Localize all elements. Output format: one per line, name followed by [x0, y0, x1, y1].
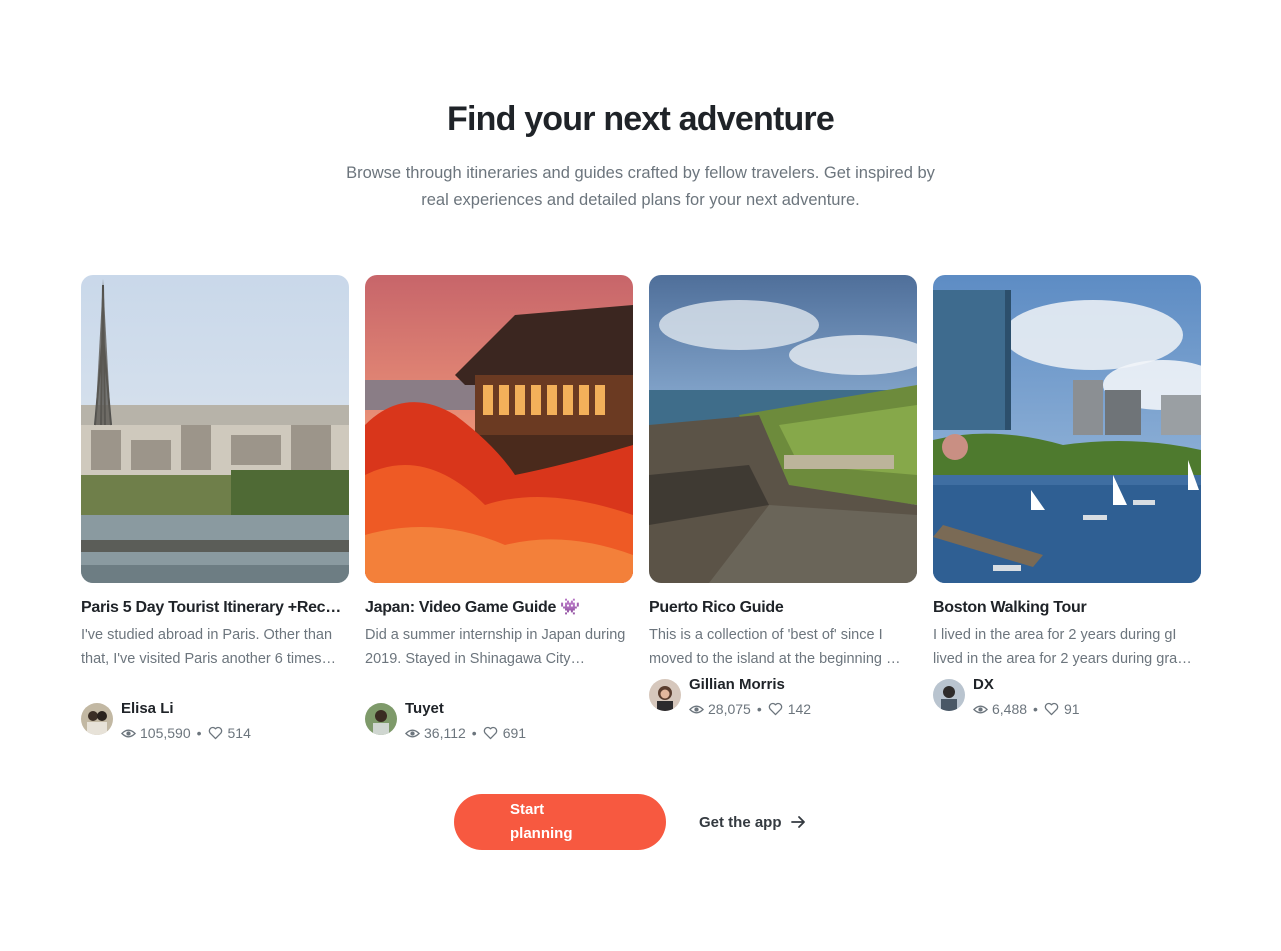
arrow-right-icon: [790, 816, 805, 828]
author-name[interactable]: DX: [973, 675, 1080, 695]
eye-icon: [973, 705, 988, 713]
guide-card-paris[interactable]: Paris 5 Day Tourist Itinerary +Rec… I've…: [81, 275, 349, 743]
author-name[interactable]: Tuyet: [405, 699, 526, 719]
guide-description: I've studied abroad in Paris. Other than…: [81, 627, 337, 667]
guide-stats: 6,488 • 91: [973, 699, 1080, 719]
guide-cards: Paris 5 Day Tourist Itinerary +Rec… I've…: [81, 275, 1201, 755]
guide-description: This is a collection of 'best of' since …: [649, 627, 901, 667]
avatar[interactable]: [365, 703, 397, 735]
heart-icon[interactable]: [1044, 702, 1059, 716]
view-count: 105,590: [140, 725, 191, 741]
heart-icon[interactable]: [208, 726, 223, 740]
guide-title[interactable]: Japan: Video Game Guide 👾: [365, 598, 633, 618]
avatar[interactable]: [933, 679, 965, 711]
guide-image-puerto-rico[interactable]: [649, 275, 917, 583]
guide-title[interactable]: Boston Walking Tour: [933, 598, 1201, 618]
guide-author: Elisa Li 105,590 • 514: [81, 699, 349, 743]
guide-stats: 105,590 • 514: [121, 723, 251, 743]
view-count: 6,488: [992, 701, 1028, 717]
guide-author: Tuyet 36,112 • 691: [365, 699, 633, 743]
guide-card-boston[interactable]: Boston Walking Tour I lived in the area …: [933, 275, 1201, 719]
guide-author: DX 6,488 • 91: [933, 675, 1201, 719]
heart-icon[interactable]: [483, 726, 498, 740]
page-subtitle: Browse through itineraries and guides cr…: [346, 164, 935, 209]
guide-author: Gillian Morris 28,075 • 142: [649, 675, 917, 719]
alien-monster-icon: 👾: [560, 599, 580, 616]
author-name[interactable]: Elisa Li: [121, 699, 251, 719]
avatar[interactable]: [81, 703, 113, 735]
author-name[interactable]: Gillian Morris: [689, 675, 811, 695]
guide-image-japan[interactable]: [365, 275, 633, 583]
guide-card-japan[interactable]: Japan: Video Game Guide 👾 Did a summer i…: [365, 275, 633, 743]
eye-icon: [121, 729, 136, 737]
guide-title[interactable]: Paris 5 Day Tourist Itinerary +Rec…: [81, 598, 349, 618]
guide-description: I lived in the area for 2 years during g…: [933, 627, 1192, 667]
get-the-app-link[interactable]: Get the app: [699, 810, 806, 834]
stat-separator: •: [756, 701, 762, 717]
guide-stats: 28,075 • 142: [689, 699, 811, 719]
like-count: 91: [1063, 701, 1080, 717]
page: Find your next adventure Browse through …: [0, 0, 1281, 951]
eye-icon: [405, 729, 420, 737]
heart-icon[interactable]: [768, 702, 783, 716]
guide-image-boston[interactable]: [933, 275, 1201, 583]
eye-icon: [689, 705, 704, 713]
stat-separator: •: [1033, 701, 1038, 717]
guide-description: Did a summer internship in Japan during …: [365, 627, 626, 667]
like-count: 142: [787, 701, 812, 717]
get-the-app-label: Get the app: [699, 813, 782, 831]
stat-separator: •: [471, 725, 477, 741]
like-count: 514: [227, 725, 251, 741]
guide-image-paris[interactable]: [81, 275, 349, 583]
guide-stats: 36,112 • 691: [405, 723, 526, 743]
guide-title[interactable]: Puerto Rico Guide: [649, 598, 917, 618]
guide-title-text: Japan: Video Game Guide: [365, 599, 557, 616]
like-count: 691: [502, 725, 527, 741]
view-count: 36,112: [424, 725, 466, 741]
guide-card-puerto-rico[interactable]: Puerto Rico Guide This is a collection o…: [649, 275, 917, 719]
start-planning-button[interactable]: Start planning: [454, 794, 666, 850]
view-count: 28,075: [708, 701, 751, 717]
page-title: Find your next adventure: [447, 100, 835, 138]
stat-separator: •: [196, 725, 202, 741]
avatar[interactable]: [649, 679, 681, 711]
